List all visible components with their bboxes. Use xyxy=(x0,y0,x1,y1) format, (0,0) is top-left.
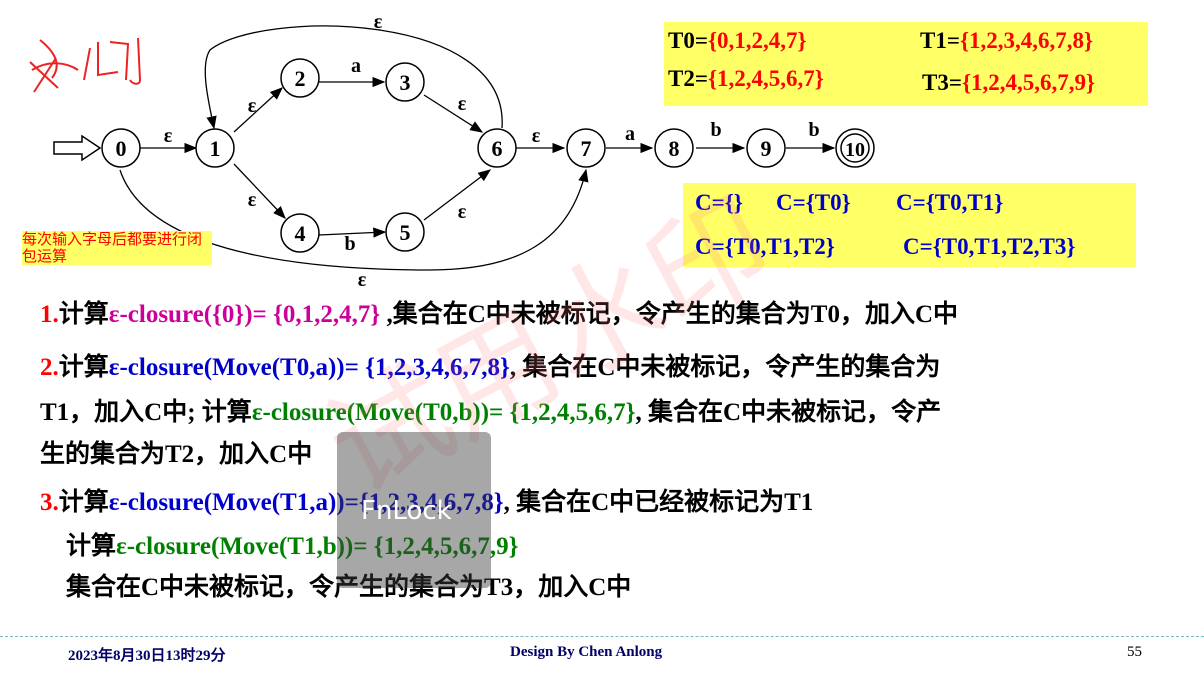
state-7: 7 xyxy=(581,136,592,161)
edge-3-6 xyxy=(423,94,484,133)
step-2-line-3: 生的集合为T2，加入C中 xyxy=(40,441,313,468)
footer-divider xyxy=(0,636,1204,637)
label-b-4-5: b xyxy=(344,233,355,255)
step-1: 1.计算ε-closure({0})= {0,1,2,4,7} ,集合在C中未被… xyxy=(40,301,959,328)
state-9: 9 xyxy=(761,136,772,161)
label-a-2-3: a xyxy=(351,55,361,77)
c-set-3: C={T0,T1,T2} xyxy=(695,234,835,259)
label-b-9-10: b xyxy=(808,119,819,141)
edge-1-4 xyxy=(233,163,286,219)
state-1: 1 xyxy=(210,136,221,161)
step-2-line-1: 2.计算ε-closure(Move(T0,a))= {1,2,3,4,6,7,… xyxy=(40,354,941,381)
state-3: 3 xyxy=(400,70,411,95)
label-eps-3-6: ε xyxy=(458,93,467,115)
start-arrow xyxy=(53,134,102,162)
edge-1-2 xyxy=(233,87,283,133)
state-5: 5 xyxy=(400,220,411,245)
label-eps-1-4: ε xyxy=(248,189,257,211)
label-eps-6-7: ε xyxy=(532,125,541,147)
set-t0: T0={0,1,2,4,7} xyxy=(668,28,807,53)
state-4: 4 xyxy=(295,221,306,246)
state-8: 8 xyxy=(669,136,680,161)
c-set-4: C={T0,T1,T2,T3} xyxy=(903,234,1076,259)
page-number: 55 xyxy=(1127,644,1142,660)
label-eps-back: ε xyxy=(374,11,383,33)
c-set-1: C={T0} xyxy=(776,190,851,215)
handwritten-title xyxy=(29,37,142,93)
state-2: 2 xyxy=(295,66,306,91)
closure-note: 每次输入字母后都要进行闭包运算 xyxy=(22,231,212,265)
footer-date: 2023年8月30日13时29分 xyxy=(68,648,226,664)
footer-design: Design By Chen Anlong xyxy=(510,644,663,660)
set-t1: T1={1,2,3,4,6,7,8} xyxy=(920,28,1094,53)
state-6: 6 xyxy=(492,136,503,161)
fnlock-popup: FnLock xyxy=(337,432,491,588)
c-set-2: C={T0,T1} xyxy=(896,190,1004,215)
set-t3: T3={1,2,4,5,6,7,9} xyxy=(922,70,1096,95)
state-0: 0 xyxy=(116,136,127,161)
label-eps-1-2: ε xyxy=(248,95,257,117)
step-2-line-2: T1，加入C中; 计算ε-closure(Move(T0,b))= {1,2,4… xyxy=(40,399,942,426)
c-set-0: C={} xyxy=(695,190,743,215)
label-eps-5-6: ε xyxy=(458,201,467,223)
label-eps-bypass: ε xyxy=(358,269,367,291)
label-b-8-9: b xyxy=(710,119,721,141)
state-10: 10 xyxy=(845,139,865,161)
fnlock-label: FnLock xyxy=(361,496,452,526)
set-t2: T2={1,2,4,5,6,7} xyxy=(668,66,824,91)
label-eps-0-1: ε xyxy=(164,125,173,147)
label-a-7-8: a xyxy=(625,123,635,145)
